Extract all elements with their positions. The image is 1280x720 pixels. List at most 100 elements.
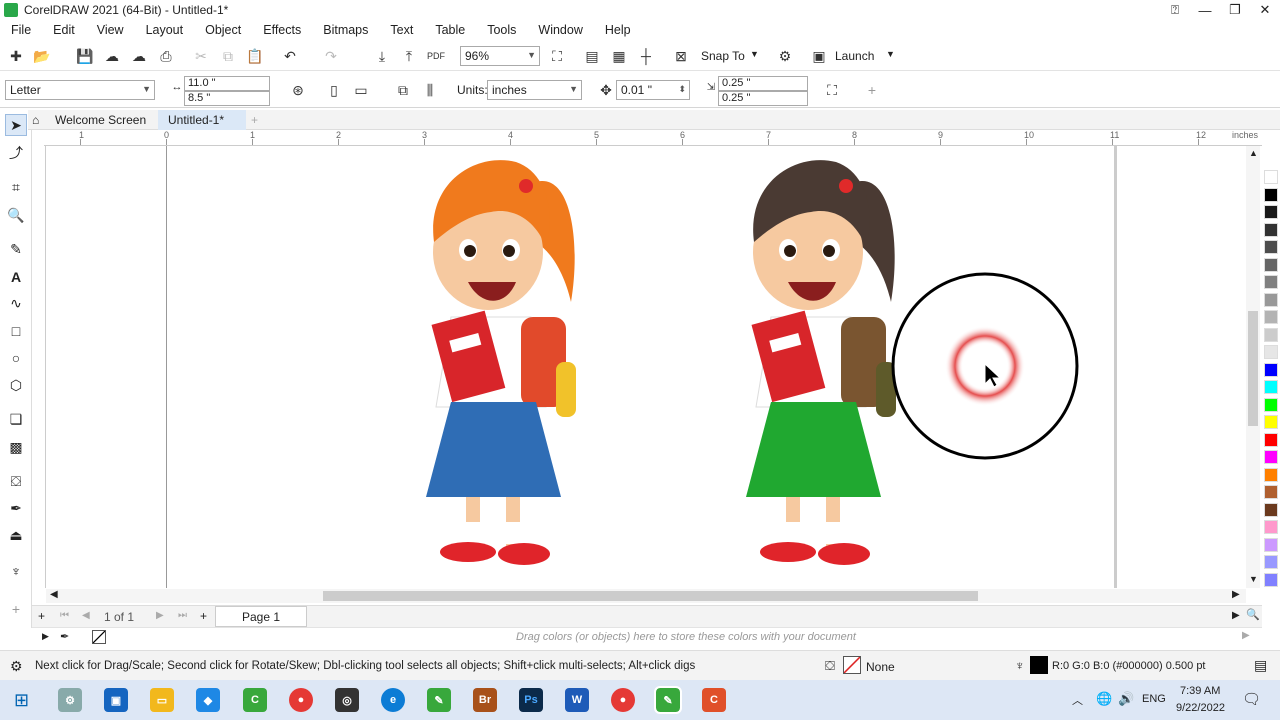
palette-swatch[interactable] <box>1264 502 1278 517</box>
word-icon[interactable]: W <box>565 688 589 712</box>
eyedropper-icon[interactable]: ✒ <box>60 630 69 643</box>
tab-page-1[interactable]: Page 1 <box>215 606 307 627</box>
palette-swatch[interactable] <box>1264 572 1278 587</box>
palette-swatch[interactable] <box>1264 327 1278 342</box>
bridge-icon[interactable]: Br <box>473 688 497 712</box>
cloud-upload-icon[interactable]: ☁ <box>101 45 123 67</box>
duplicate-x-field[interactable]: 0.25 " <box>718 76 808 91</box>
menu-object[interactable]: Object <box>194 23 252 37</box>
file-explorer-icon[interactable]: ▭ <box>150 688 174 712</box>
transparency-tool-icon[interactable]: ▩ <box>5 436 27 458</box>
add-tool-icon[interactable]: + <box>5 598 27 620</box>
palette-swatch[interactable] <box>1264 537 1278 552</box>
add-page-after-icon[interactable]: + <box>200 609 207 623</box>
drop-shadow-tool-icon[interactable]: ❏ <box>5 408 27 430</box>
vertical-scroll-thumb[interactable] <box>1248 311 1258 426</box>
launch-button[interactable]: Launch <box>835 49 874 63</box>
freehand-tool-icon[interactable]: ✎ <box>5 238 27 260</box>
network-icon[interactable]: 🌐 <box>1096 691 1112 707</box>
scroll-right-icon[interactable]: ▶ <box>1242 630 1250 641</box>
crop-tool-icon[interactable]: ⌗ <box>5 176 27 198</box>
next-page-icon[interactable]: ▶ <box>156 610 164 621</box>
close-button[interactable]: ✕ <box>1250 0 1280 20</box>
eyedropper-tool-icon[interactable]: ✒ <box>5 497 27 519</box>
page-width-field[interactable]: 11.0 " <box>184 76 270 91</box>
menu-window[interactable]: Window <box>527 23 593 37</box>
menu-edit[interactable]: Edit <box>42 23 86 37</box>
menu-effects[interactable]: Effects <box>252 23 312 37</box>
gear-icon[interactable]: ⚙ <box>10 658 23 675</box>
palette-swatch[interactable] <box>1264 292 1278 307</box>
interactive-fill-icon[interactable]: ⏏ <box>5 524 27 546</box>
corel-app-icon[interactable]: C <box>702 688 726 712</box>
palette-arrow-icon[interactable]: ▶ <box>42 631 49 642</box>
settings-app-icon[interactable]: ⚙ <box>58 688 82 712</box>
duplicate-y-field[interactable]: 0.25 " <box>718 91 808 106</box>
menu-tools[interactable]: Tools <box>476 23 527 37</box>
text-tool-icon[interactable]: A <box>5 266 27 288</box>
add-icon[interactable]: + <box>861 79 883 101</box>
palette-swatch[interactable] <box>1264 415 1278 429</box>
outline-color-swatch[interactable] <box>1030 656 1048 674</box>
page-height-field[interactable]: 8.5 " <box>184 91 270 106</box>
language-indicator[interactable]: ENG <box>1142 693 1166 705</box>
zoom-tool-icon[interactable]: 🔍 <box>5 204 27 226</box>
menu-text[interactable]: Text <box>379 23 424 37</box>
bleed-icon[interactable]: ⫼ <box>419 79 441 101</box>
clock-time[interactable]: 7:39 AM <box>1180 685 1220 697</box>
snap-to-dropdown[interactable]: Snap To <box>701 49 745 63</box>
menu-table[interactable]: Table <box>424 23 476 37</box>
drawing-canvas[interactable] <box>46 146 1246 588</box>
app-icon[interactable]: ◎ <box>335 688 359 712</box>
polygon-tool-icon[interactable]: ⬡ <box>5 374 27 396</box>
cloud-share-icon[interactable]: ☁ <box>128 45 150 67</box>
page-layout-icon[interactable]: ⧉ <box>392 79 414 101</box>
full-screen-preview-icon[interactable]: ⛶ <box>546 45 568 67</box>
horizontal-scroll-thumb[interactable] <box>323 591 978 601</box>
prev-page-icon[interactable]: ◀ <box>82 610 90 621</box>
menu-file[interactable]: File <box>0 23 42 37</box>
photoshop-icon[interactable]: Ps <box>519 688 543 712</box>
palette-swatch[interactable] <box>1264 397 1278 412</box>
chevron-up-icon[interactable]: ︿ <box>1072 692 1083 708</box>
fill-tool-icon[interactable]: ⛋ <box>5 470 27 492</box>
palette-swatch[interactable] <box>1264 240 1278 254</box>
no-color-swatch[interactable] <box>92 630 106 644</box>
cut-icon[interactable]: ✂ <box>190 45 212 67</box>
ellipse-tool-icon[interactable]: ○ <box>5 347 27 369</box>
units-select[interactable]: inches ▼ <box>487 80 582 100</box>
coreldraw-active-icon[interactable]: ✎ <box>654 686 682 714</box>
fill-swatch[interactable] <box>843 656 861 674</box>
landscape-icon[interactable]: ▭ <box>350 79 372 101</box>
menu-help[interactable]: Help <box>594 23 642 37</box>
chevron-down-icon[interactable]: ▼ <box>750 49 759 59</box>
new-document-icon[interactable]: ✚ <box>5 45 27 67</box>
palette-swatch[interactable] <box>1264 555 1278 569</box>
palette-swatch[interactable] <box>1264 485 1278 499</box>
color-proof-icon[interactable]: ▤ <box>1254 657 1267 674</box>
minimize-button[interactable]: — <box>1190 0 1220 20</box>
rectangle-tool-icon[interactable]: □ <box>5 320 27 342</box>
vertical-scrollbar[interactable]: ▲ ▼ <box>1246 146 1260 588</box>
chevron-down-icon[interactable]: ▼ <box>886 49 895 59</box>
horizontal-scrollbar[interactable]: ◀ ▶ <box>46 589 1246 603</box>
outline-pen-icon[interactable]: ♆ <box>5 560 27 582</box>
paste-icon[interactable]: 📋 <box>244 45 266 67</box>
volume-icon[interactable]: 🔊 <box>1118 691 1134 707</box>
palette-swatch[interactable] <box>1264 222 1278 237</box>
treat-as-filled-icon[interactable]: ⛶ <box>821 79 843 101</box>
help-window-icon[interactable]: ⍰ <box>1160 0 1190 20</box>
nudge-distance-field[interactable]: 0.01 " ⬍ <box>616 80 690 100</box>
undo-icon[interactable]: ↶ <box>279 45 301 67</box>
import-icon[interactable]: ⤓ <box>371 45 393 67</box>
menu-bitmaps[interactable]: Bitmaps <box>312 23 379 37</box>
export-icon[interactable]: ⤒ <box>398 45 420 67</box>
menu-layout[interactable]: Layout <box>135 23 195 37</box>
tab-welcome-screen[interactable]: Welcome Screen <box>45 110 157 130</box>
palette-swatch[interactable] <box>1264 380 1278 394</box>
page-size-select[interactable]: Letter ▼ <box>5 80 155 100</box>
palette-swatch[interactable] <box>1264 205 1278 219</box>
scroll-down-icon[interactable]: ▼ <box>1249 574 1258 584</box>
windows-start-icon[interactable]: ⊞ <box>14 690 29 711</box>
last-page-icon[interactable]: ⏭ <box>178 610 187 621</box>
